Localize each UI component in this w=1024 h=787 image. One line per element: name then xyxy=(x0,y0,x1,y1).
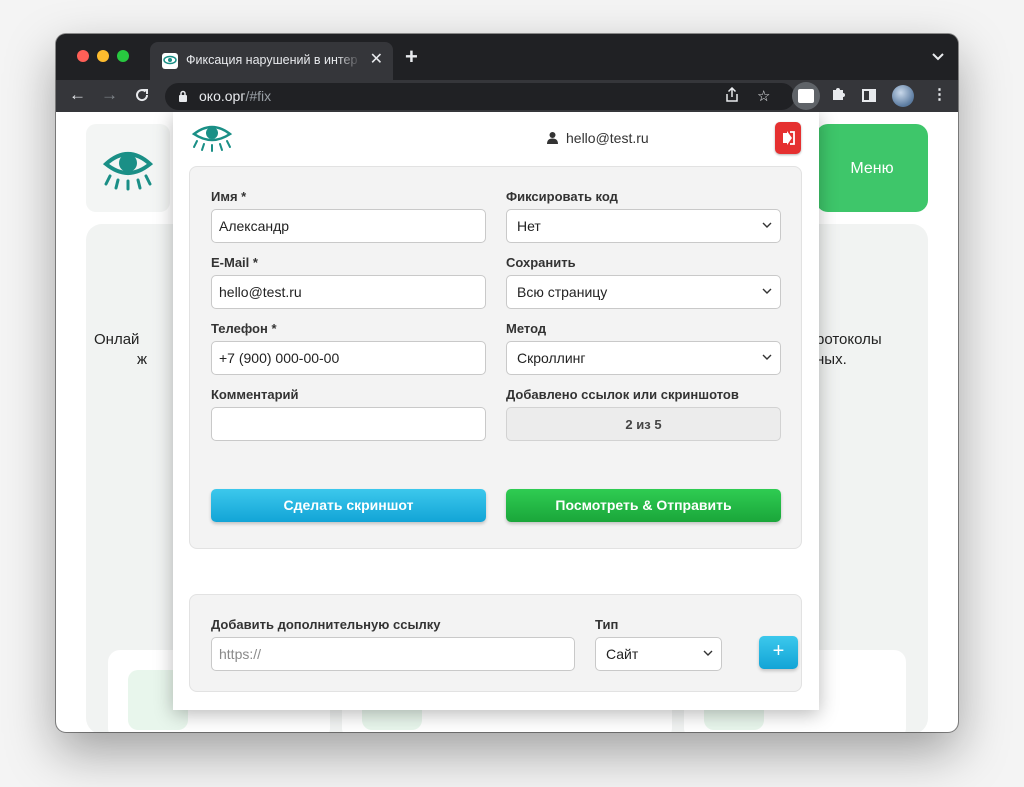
hero-text-left: Онлай ж xyxy=(94,331,148,368)
save-label: Сохранить xyxy=(506,255,576,270)
phone-input[interactable]: +7 (900) 000-00-00 xyxy=(211,341,486,375)
logout-button[interactable] xyxy=(775,122,801,154)
forward-button[interactable]: → xyxy=(101,84,118,106)
browser-menu-icon[interactable]: ⋮ xyxy=(932,85,947,105)
added-count-value: 2 из 5 xyxy=(506,407,781,441)
side-panel-icon[interactable] xyxy=(862,89,876,102)
fix-code-select[interactable]: Нет xyxy=(506,209,781,243)
add-link-button[interactable]: + xyxy=(759,636,798,669)
fix-code-label: Фиксировать код xyxy=(506,189,618,204)
tab-search-icon[interactable] xyxy=(932,48,944,64)
browser-toolbar: ← → око.орг/#fix ☆ ⋮ xyxy=(56,80,958,112)
reload-button[interactable] xyxy=(134,84,150,109)
extension-oko-icon[interactable] xyxy=(792,82,820,110)
email-input[interactable]: hello@test.ru xyxy=(211,275,486,309)
close-window-button[interactable] xyxy=(77,50,89,62)
type-label: Тип xyxy=(595,617,619,632)
name-label: Имя * xyxy=(211,189,247,204)
chevron-down-icon xyxy=(762,222,772,228)
method-select[interactable]: Скроллинг xyxy=(506,341,781,375)
minimize-window-button[interactable] xyxy=(97,50,109,62)
browser-tab[interactable]: Фиксация нарушений в интер ✕ xyxy=(150,42,393,80)
profile-avatar[interactable] xyxy=(892,85,914,107)
name-input[interactable]: Александр xyxy=(211,209,486,243)
url-text: око.орг/#fix xyxy=(199,88,272,104)
new-tab-button[interactable]: + xyxy=(405,46,418,68)
user-email: hello@test.ru xyxy=(566,130,649,146)
chevron-down-icon xyxy=(762,354,772,360)
browser-window: Фиксация нарушений в интер ✕ + ← → око.о… xyxy=(56,34,958,732)
address-bar[interactable]: око.орг/#fix ☆ xyxy=(165,83,795,110)
review-send-button[interactable]: Посмотреть & Отправить xyxy=(506,489,781,522)
popup-header: hello@test.ru xyxy=(173,112,819,162)
extra-link-panel: Добавить дополнительную ссылку https:// … xyxy=(189,594,802,692)
take-screenshot-button[interactable]: Сделать скриншот xyxy=(211,489,486,522)
extensions-puzzle-icon[interactable] xyxy=(830,85,846,107)
hero-text-right: ротоколы ных. xyxy=(816,331,882,368)
user-icon xyxy=(547,131,558,144)
favicon-icon xyxy=(162,53,178,69)
share-icon[interactable] xyxy=(725,86,739,107)
extra-link-input[interactable]: https:// xyxy=(211,637,575,671)
tab-close-icon[interactable]: ✕ xyxy=(370,51,383,69)
chevron-down-icon xyxy=(762,288,772,294)
email-label: E-Mail * xyxy=(211,255,258,270)
type-select[interactable]: Сайт xyxy=(595,637,722,671)
tab-bar: Фиксация нарушений в интер ✕ + xyxy=(56,34,958,80)
extension-popup: hello@test.ru Имя * Александр E-Mail * h… xyxy=(173,112,819,710)
chevron-down-icon xyxy=(703,650,713,656)
phone-label: Телефон * xyxy=(211,321,277,336)
lock-icon[interactable] xyxy=(178,89,188,102)
maximize-window-button[interactable] xyxy=(117,50,129,62)
extra-link-label: Добавить дополнительную ссылку xyxy=(211,617,441,632)
save-select[interactable]: Всю страницу xyxy=(506,275,781,309)
comment-label: Комментарий xyxy=(211,387,299,402)
bookmark-star-icon[interactable]: ☆ xyxy=(757,87,770,105)
method-label: Метод xyxy=(506,321,547,336)
comment-input[interactable] xyxy=(211,407,486,441)
eye-logo-icon xyxy=(191,120,233,159)
user-info: hello@test.ru xyxy=(547,130,649,146)
tab-title: Фиксация нарушений в интер xyxy=(186,53,361,71)
fix-form-panel: Имя * Александр E-Mail * hello@test.ru Т… xyxy=(189,166,802,549)
added-count-label: Добавлено ссылок или скриншотов xyxy=(506,387,739,402)
web-page: Меню Онлай ж ротоколы ных. hello@test.ru… xyxy=(56,112,958,732)
site-menu-button[interactable]: Меню xyxy=(816,124,928,212)
back-button[interactable]: ← xyxy=(69,84,86,106)
logout-icon xyxy=(783,131,795,145)
site-logo[interactable] xyxy=(86,124,170,212)
